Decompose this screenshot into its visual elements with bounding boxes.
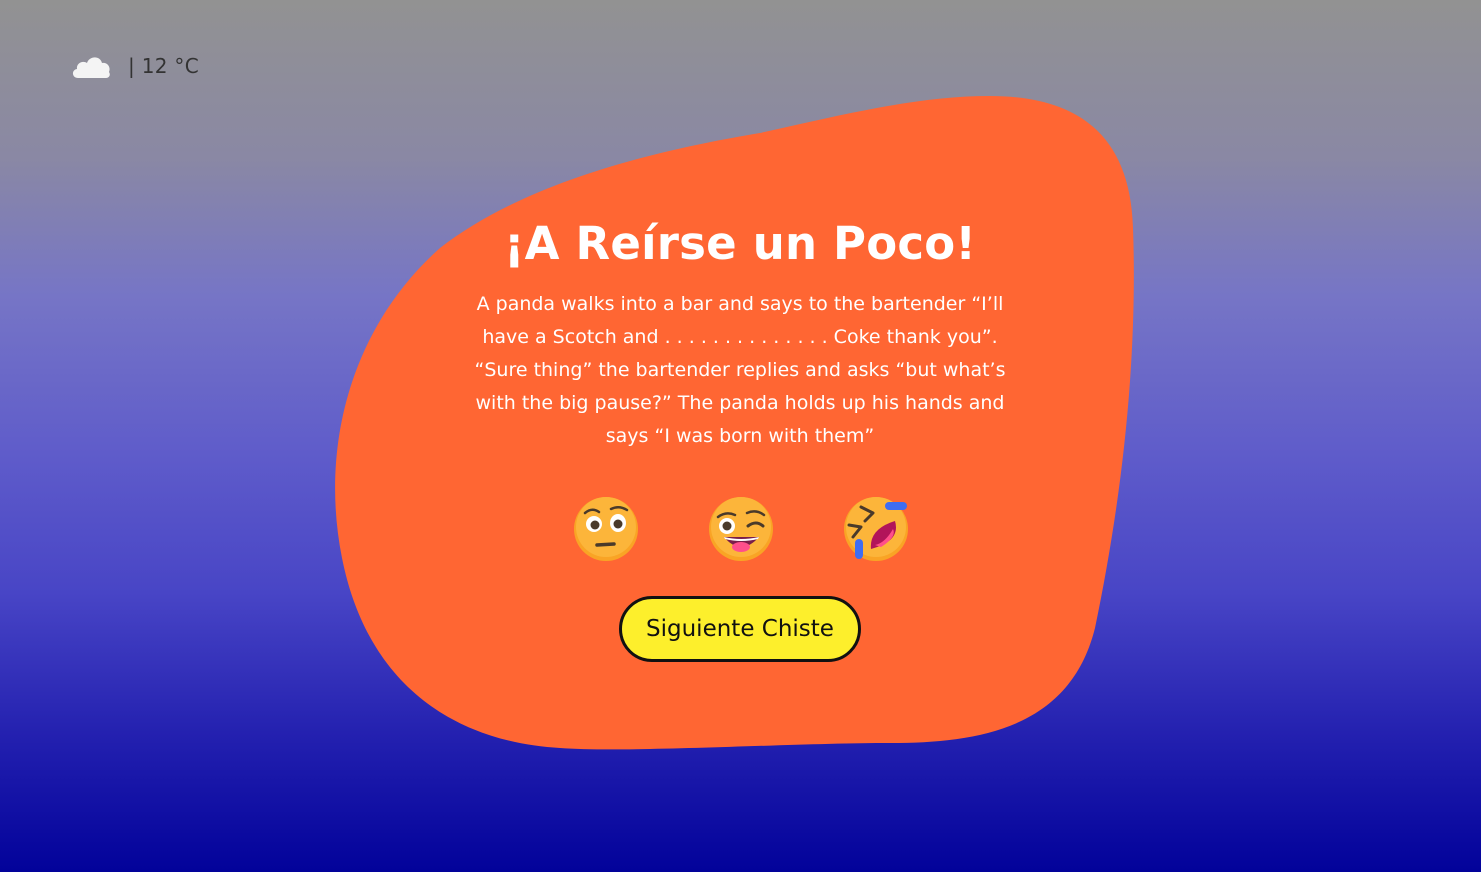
reaction-button-rofl[interactable] [836,488,916,568]
winking-face-with-tongue-icon [709,497,773,561]
rolling-on-floor-laughing-icon [844,497,908,561]
cloud-icon [72,57,110,78]
next-joke-button[interactable]: Siguiente Chiste [619,596,861,662]
page-title: ¡A Reírse un Poco! [503,217,977,270]
reaction-bar [566,488,916,568]
joke-card: ¡A Reírse un Poco! A panda walks into a … [440,210,1040,453]
face-with-raised-eyebrow-icon [574,497,638,561]
reaction-button-wink[interactable] [701,488,781,568]
joke-text: A panda walks into a bar and says to the… [474,293,1006,447]
weather-temperature: | 12 °C [128,54,199,78]
reaction-button-skeptical[interactable] [566,488,646,568]
weather-widget: | 12 °C [70,50,199,82]
